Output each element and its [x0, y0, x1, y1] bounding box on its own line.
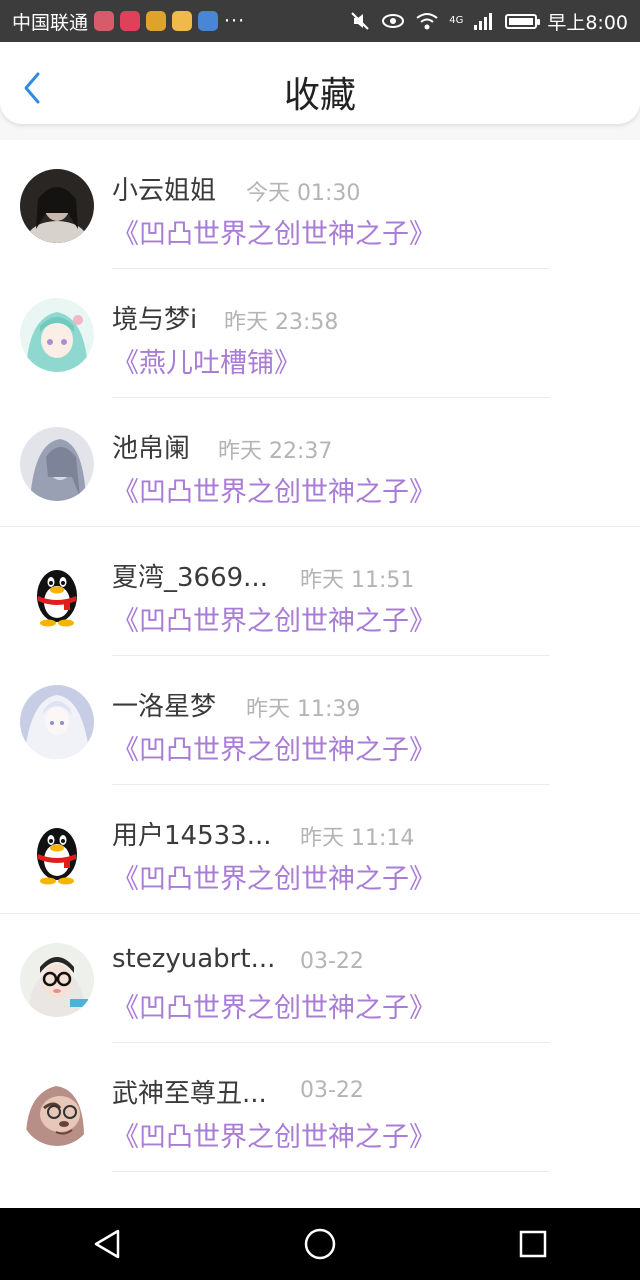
user-name[interactable]: 一洛星梦: [112, 686, 216, 723]
photo-avatar-dark: [20, 169, 94, 243]
list-item[interactable]: 境与梦i 昨天 23:58 《燕儿吐槽铺》: [0, 269, 640, 398]
user-name[interactable]: 小云姐姐: [112, 170, 216, 207]
app-notification-icon: [198, 11, 219, 31]
user-name[interactable]: 武神至尊丑...: [112, 1073, 267, 1110]
status-left: 中国联通 ···: [12, 8, 245, 35]
list-item[interactable]: 夏湾_3669... 昨天 11:51 《凹凸世界之创世神之子》: [0, 527, 640, 656]
square-recents-icon: [520, 1230, 547, 1258]
nav-home-button[interactable]: [300, 1224, 340, 1264]
more-notifications-icon: ···: [224, 10, 246, 32]
anime-avatar-white: [20, 685, 94, 759]
book-title[interactable]: 《凹凸世界之创世神之子》: [112, 986, 436, 1025]
avatar[interactable]: [20, 685, 94, 759]
user-name[interactable]: stezyuabrt...: [112, 944, 275, 974]
app-notification-icon: [120, 11, 141, 31]
avatar[interactable]: [20, 814, 94, 888]
user-name[interactable]: 用户14533...: [112, 815, 272, 852]
weibo-icon: [146, 11, 167, 31]
app-notification-icon: [94, 11, 115, 31]
book-title[interactable]: 《凹凸世界之创世神之子》: [112, 599, 436, 638]
avatar[interactable]: [20, 1072, 94, 1146]
avatar[interactable]: [20, 427, 94, 501]
timestamp: 昨天 11:51: [300, 568, 415, 593]
user-name[interactable]: 池帛阑: [112, 428, 190, 465]
list-item[interactable]: stezyuabrt... 03-22 《凹凸世界之创世神之子》: [0, 914, 640, 1043]
wifi-icon: [416, 13, 438, 30]
timestamp: 昨天 23:58: [224, 310, 339, 335]
timestamp: 昨天 11:14: [300, 826, 415, 851]
qq-penguin-avatar: [20, 556, 94, 630]
battery-icon: [505, 13, 541, 29]
triangle-back-icon: [94, 1229, 119, 1259]
avatar[interactable]: [20, 556, 94, 630]
eye-icon: [382, 14, 405, 28]
photo-avatar-glasses: [20, 943, 94, 1017]
header-card: 收藏: [0, 42, 640, 124]
user-name[interactable]: 境与梦i: [112, 299, 197, 336]
list-item[interactable]: 用户14533... 昨天 11:14 《凹凸世界之创世神之子》: [0, 785, 640, 914]
page-title: 收藏: [283, 75, 356, 116]
favorites-list: 小云姐姐 今天 01:30 《凹凸世界之创世神之子》 境与梦i 昨天 23:58…: [0, 140, 640, 1172]
network-type-label: 4G: [449, 15, 464, 26]
list-item[interactable]: 小云姐姐 今天 01:30 《凹凸世界之创世神之子》: [0, 140, 640, 269]
timestamp: 昨天 11:39: [246, 697, 361, 722]
signal-icon: [474, 13, 493, 30]
avatar[interactable]: [20, 169, 94, 243]
book-title[interactable]: 《凹凸世界之创世神之子》: [112, 728, 436, 767]
timestamp: 昨天 22:37: [218, 439, 333, 464]
book-title[interactable]: 《凹凸世界之创世神之子》: [112, 470, 436, 509]
book-title[interactable]: 《凹凸世界之创世神之子》: [112, 1115, 436, 1154]
book-title[interactable]: 《凹凸世界之创世神之子》: [112, 857, 436, 896]
nav-back-button[interactable]: [87, 1224, 127, 1264]
book-title[interactable]: 《燕儿吐槽铺》: [112, 341, 301, 380]
avatar[interactable]: [20, 943, 94, 1017]
system-nav-bar: [0, 1208, 640, 1280]
clock-label: 早上8:00: [547, 11, 628, 34]
sloth-avatar: [20, 1072, 94, 1146]
qq-penguin-avatar: [20, 814, 94, 888]
nav-recents-button[interactable]: [513, 1224, 553, 1264]
anime-avatar-gray: [20, 427, 94, 501]
header: 收藏: [0, 42, 640, 140]
avatar[interactable]: [20, 298, 94, 372]
list-item[interactable]: 一洛星梦 昨天 11:39 《凹凸世界之创世神之子》: [0, 656, 640, 785]
list-item[interactable]: 武神至尊丑... 03-22 《凹凸世界之创世神之子》: [0, 1043, 640, 1172]
timestamp: 今天 01:30: [246, 181, 361, 206]
status-right: 4G 早上8:00: [349, 8, 628, 35]
timestamp: 03-22: [300, 949, 364, 974]
book-title[interactable]: 《凹凸世界之创世神之子》: [112, 212, 436, 251]
divider: [112, 1171, 550, 1172]
anime-avatar-teal: [20, 298, 94, 372]
user-name[interactable]: 夏湾_3669...: [112, 557, 268, 594]
carrier-label: 中国联通: [12, 11, 89, 34]
status-bar: 中国联通 ··· 4G 早上8:00: [0, 0, 640, 42]
circle-home-icon: [304, 1228, 336, 1260]
timestamp: 03-22: [300, 1078, 364, 1103]
list-item[interactable]: 池帛阑 昨天 22:37 《凹凸世界之创世神之子》: [0, 398, 640, 527]
app-notification-icon: [172, 11, 193, 31]
mute-icon: [351, 12, 369, 30]
